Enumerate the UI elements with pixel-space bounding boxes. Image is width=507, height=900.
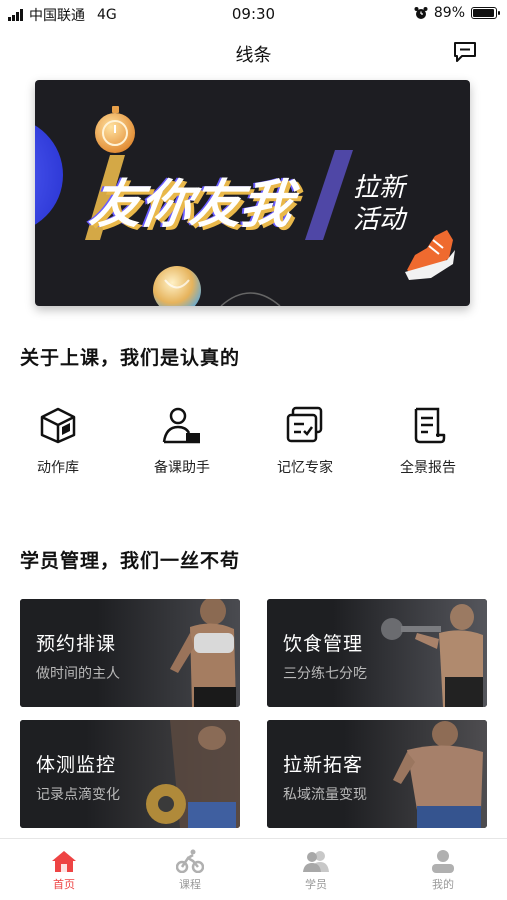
- tab-home[interactable]: 首页: [24, 849, 104, 892]
- status-right: 89%: [414, 5, 500, 21]
- tool-label: 全景报告: [400, 460, 456, 476]
- card-subtitle: 三分练七分吃: [283, 666, 367, 682]
- tab-profile[interactable]: 我的: [403, 849, 483, 892]
- card-title: 拉新拓客: [283, 754, 364, 776]
- nav-bar: 线条: [0, 30, 507, 74]
- tool-label: 动作库: [37, 460, 79, 476]
- card-diet-management[interactable]: 饮食管理 三分练七分吃: [267, 599, 487, 707]
- user-desk-icon: [162, 407, 200, 444]
- tab-label: 课程: [179, 878, 201, 891]
- battery-percent: 89%: [433, 5, 465, 21]
- battery-icon: [471, 7, 500, 19]
- tab-courses[interactable]: 课程: [150, 849, 230, 892]
- stopwatch-illustration: [95, 106, 135, 153]
- cycling-icon: [176, 849, 204, 873]
- card-subtitle: 记录点滴变化: [36, 787, 120, 803]
- card-title: 预约排课: [36, 633, 117, 655]
- box-icon: [40, 407, 76, 444]
- card-body-monitoring[interactable]: 体测监控 记录点滴变化: [20, 720, 240, 828]
- section-title-classes: 关于上课，我们是认真的: [20, 347, 241, 369]
- tool-action-library[interactable]: 动作库: [3, 405, 113, 477]
- memory-cards-icon: [286, 406, 323, 443]
- banner-subheadline: 拉新活动: [353, 173, 406, 235]
- tab-bar: 首页 课程 学员 我的: [0, 838, 507, 900]
- card-title: 体测监控: [36, 754, 117, 776]
- card-course-booking[interactable]: 预约排课 做时间的主人: [20, 599, 240, 707]
- home-icon: [52, 851, 76, 872]
- sneaker-illustration: [405, 230, 455, 280]
- tab-label: 学员: [305, 878, 327, 891]
- card-title: 饮食管理: [283, 633, 364, 655]
- tool-label: 备课助手: [154, 460, 210, 476]
- tab-label: 我的: [432, 878, 454, 891]
- message-icon[interactable]: [453, 41, 477, 63]
- tool-lesson-assistant[interactable]: 备课助手: [127, 405, 237, 477]
- card-subtitle: 私域流量变现: [283, 787, 367, 803]
- students-icon: [303, 851, 329, 872]
- tool-memory-expert[interactable]: 记忆专家: [250, 405, 360, 477]
- page-title: 线条: [235, 45, 272, 66]
- promo-banner[interactable]: 友你友我 拉新活动: [35, 80, 470, 306]
- profile-icon: [432, 850, 454, 873]
- banner-headline: 友你友我: [86, 175, 295, 235]
- alarm-clock-icon: [414, 7, 428, 19]
- status-bar: 中国联通 4G 09:30 89%: [0, 0, 507, 28]
- tab-students[interactable]: 学员: [276, 849, 356, 892]
- tab-label: 首页: [53, 878, 75, 891]
- tool-panorama-report[interactable]: 全景报告: [373, 405, 483, 477]
- section-title-students: 学员管理，我们一丝不苟: [20, 550, 241, 572]
- tool-label: 记忆专家: [277, 460, 333, 476]
- card-customer-acquisition[interactable]: 拉新拓客 私域流量变现: [267, 720, 487, 828]
- card-subtitle: 做时间的主人: [36, 666, 120, 682]
- report-scroll-icon: [414, 407, 446, 444]
